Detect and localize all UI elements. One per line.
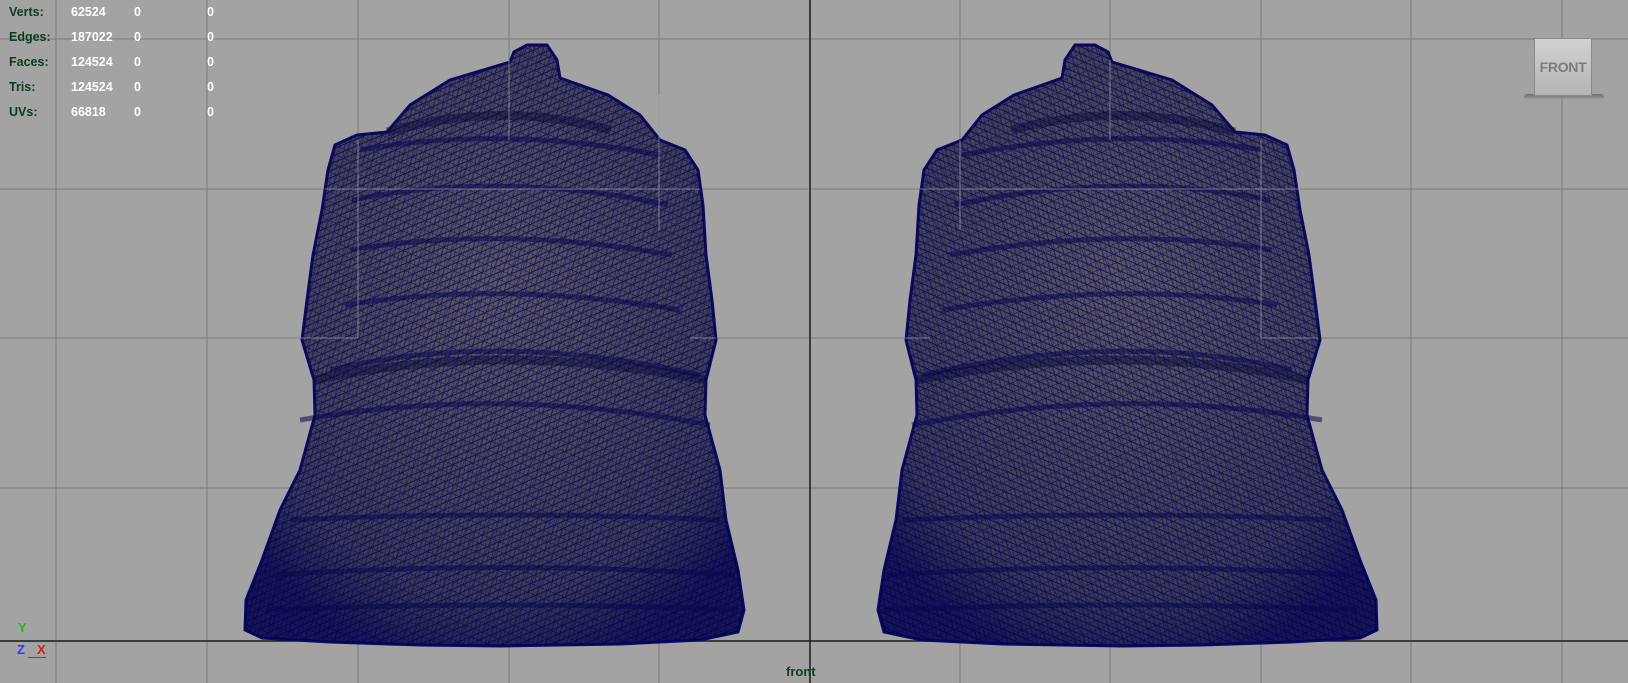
viewport-grid [0, 0, 1628, 683]
poly-count-selected: 0 [134, 5, 141, 19]
poly-count-total: 62524 [71, 5, 106, 19]
view-cube[interactable]: FRONT [1524, 38, 1604, 100]
poly-count-total: 124524 [71, 80, 113, 94]
poly-count-label: Edges: [9, 30, 51, 44]
poly-count-row-verts: Verts: 62524 0 0 [9, 0, 214, 25]
poly-count-selected: 0 [134, 80, 141, 94]
poly-count-triangles: 0 [207, 80, 214, 94]
poly-count-row-uvs: UVs: 66818 0 0 [9, 100, 214, 125]
poly-count-total: 187022 [71, 30, 113, 44]
poly-count-row-edges: Edges: 187022 0 0 [9, 25, 214, 50]
camera-name-label: front [786, 664, 816, 679]
poly-count-triangles: 0 [207, 55, 214, 69]
viewport-scene[interactable] [0, 0, 1628, 683]
poly-count-triangles: 0 [207, 5, 214, 19]
poly-count-total: 124524 [71, 55, 113, 69]
poly-count-label: UVs: [9, 105, 38, 119]
axis-z-label: Z [17, 642, 25, 657]
poly-count-selected: 0 [134, 105, 141, 119]
shoe-mesh-left[interactable] [243, 43, 746, 648]
view-cube-front-face[interactable]: FRONT [1534, 38, 1592, 96]
poly-count-selected: 0 [134, 30, 141, 44]
poly-count-row-faces: Faces: 124524 0 0 [9, 50, 214, 75]
poly-count-hud: Verts: 62524 0 0 Edges: 187022 0 0 Faces… [9, 0, 214, 125]
poly-count-label: Faces: [9, 55, 49, 69]
axis-gizmo: Y Z X [14, 620, 54, 660]
axis-x-line [28, 657, 46, 658]
poly-count-triangles: 0 [207, 105, 214, 119]
shoe-mesh-right[interactable] [876, 43, 1379, 648]
3d-viewport[interactable]: Verts: 62524 0 0 Edges: 187022 0 0 Faces… [0, 0, 1628, 683]
poly-count-label: Tris: [9, 80, 36, 94]
poly-count-label: Verts: [9, 5, 44, 19]
axis-x-label: X [37, 642, 46, 657]
poly-count-triangles: 0 [207, 30, 214, 44]
poly-count-total: 66818 [71, 105, 106, 119]
poly-count-row-tris: Tris: 124524 0 0 [9, 75, 214, 100]
poly-count-selected: 0 [134, 55, 141, 69]
axis-y-label: Y [18, 620, 27, 635]
